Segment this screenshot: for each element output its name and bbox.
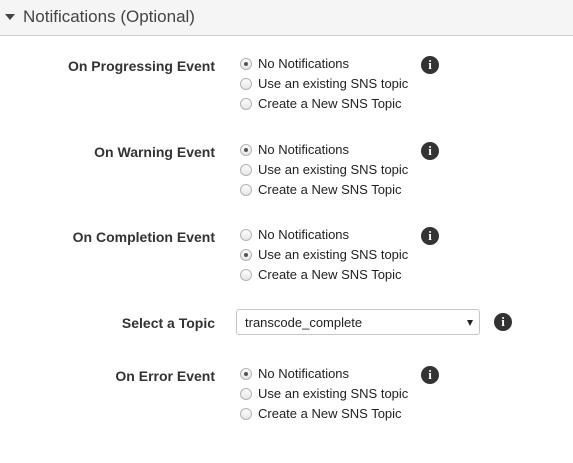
- option-label: No Notifications: [258, 366, 350, 381]
- progressing-create-new-radio[interactable]: [240, 98, 252, 110]
- warning-create-new-radio[interactable]: [240, 184, 252, 196]
- topic-select-value: transcode_complete: [245, 315, 363, 330]
- option-label: No Notifications: [258, 142, 350, 157]
- option-label: No Notifications: [258, 227, 350, 242]
- notifications-section-header[interactable]: Notifications (Optional): [0, 0, 573, 36]
- option-label: Create a New SNS Topic: [258, 182, 402, 197]
- option-label: Create a New SNS Topic: [258, 96, 402, 111]
- option-label: No Notifications: [258, 56, 350, 71]
- completion-use-existing-radio[interactable]: [240, 249, 252, 261]
- info-icon[interactable]: i: [421, 142, 439, 160]
- info-icon[interactable]: i: [421, 366, 439, 384]
- error-create-new-radio[interactable]: [240, 408, 252, 420]
- info-icon[interactable]: i: [421, 56, 439, 74]
- progressing-no-notifications-radio[interactable]: [240, 58, 252, 70]
- topic-select[interactable]: transcode_complete: [236, 309, 480, 335]
- error-event-label: On Error Event: [115, 368, 215, 384]
- info-icon[interactable]: i: [494, 313, 512, 331]
- chevron-down-icon: [467, 320, 473, 326]
- warning-event-label: On Warning Event: [94, 144, 215, 160]
- section-title: Notifications (Optional): [23, 7, 195, 26]
- caret-down-icon[interactable]: [5, 14, 15, 20]
- error-no-notifications-radio[interactable]: [240, 368, 252, 380]
- completion-event-label: On Completion Event: [72, 229, 215, 245]
- info-icon[interactable]: i: [421, 227, 439, 245]
- completion-no-notifications-radio[interactable]: [240, 229, 252, 241]
- select-topic-label: Select a Topic: [121, 315, 215, 331]
- option-label: Use an existing SNS topic: [258, 386, 409, 401]
- error-use-existing-radio[interactable]: [240, 388, 252, 400]
- option-label: Use an existing SNS topic: [258, 247, 409, 262]
- option-label: Use an existing SNS topic: [258, 76, 409, 91]
- option-label: Use an existing SNS topic: [258, 162, 409, 177]
- warning-no-notifications-radio[interactable]: [240, 144, 252, 156]
- completion-create-new-radio[interactable]: [240, 269, 252, 281]
- option-label: Create a New SNS Topic: [258, 406, 402, 421]
- progressing-use-existing-radio[interactable]: [240, 78, 252, 90]
- warning-use-existing-radio[interactable]: [240, 164, 252, 176]
- progressing-event-label: On Progressing Event: [67, 58, 215, 74]
- option-label: Create a New SNS Topic: [258, 267, 402, 282]
